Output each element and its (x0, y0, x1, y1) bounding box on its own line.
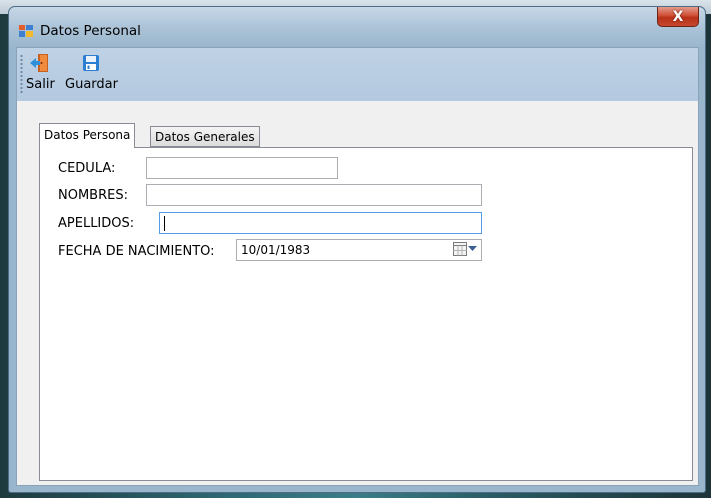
window-client-area: Salir Guardar Datos Persona Datos Genera… (16, 47, 699, 486)
salir-button[interactable]: Salir (26, 50, 55, 98)
close-button[interactable]: X (657, 7, 699, 27)
tab-datos-generales[interactable]: Datos Generales (150, 126, 260, 147)
cedula-label: CEDULA: (58, 161, 116, 176)
app-window-icon (19, 25, 33, 37)
calendar-dropdown-button[interactable] (453, 242, 477, 256)
tab-control: Datos Persona Datos Generales CEDULA: NO… (17, 101, 698, 485)
toolbar: Salir Guardar (17, 48, 698, 102)
fecha-nacimiento-label: FECHA DE NACIMIENTO: (58, 244, 215, 259)
cedula-input[interactable] (146, 157, 338, 179)
apellidos-label: APELLIDOS: (58, 216, 135, 231)
nombres-input[interactable] (146, 184, 482, 206)
toolbar-grip[interactable] (20, 54, 23, 94)
guardar-label: Guardar (65, 77, 118, 92)
apellidos-input[interactable] (159, 212, 482, 234)
exit-door-icon (30, 54, 49, 72)
close-icon: X (672, 8, 684, 25)
chevron-down-icon (468, 246, 477, 251)
fecha-nacimiento-datepicker[interactable]: 10/01/1983 (236, 239, 482, 261)
datos-personal-window: Datos Personal X Salir Guardar Datos Per… (8, 6, 706, 493)
calendar-icon (453, 242, 467, 256)
nombres-label: NOMBRES: (58, 188, 128, 203)
tab-datos-persona[interactable]: Datos Persona (39, 123, 136, 148)
text-caret (164, 216, 165, 231)
tab-panel-datos-persona: CEDULA: NOMBRES: APELLIDOS: FECHA DE NAC… (39, 147, 693, 481)
salir-label: Salir (26, 77, 55, 92)
title-bar[interactable]: Datos Personal X (9, 7, 705, 47)
window-title: Datos Personal (40, 23, 141, 39)
save-disk-icon (83, 55, 100, 71)
guardar-button[interactable]: Guardar (65, 50, 118, 98)
fecha-nacimiento-value: 10/01/1983 (241, 243, 311, 257)
